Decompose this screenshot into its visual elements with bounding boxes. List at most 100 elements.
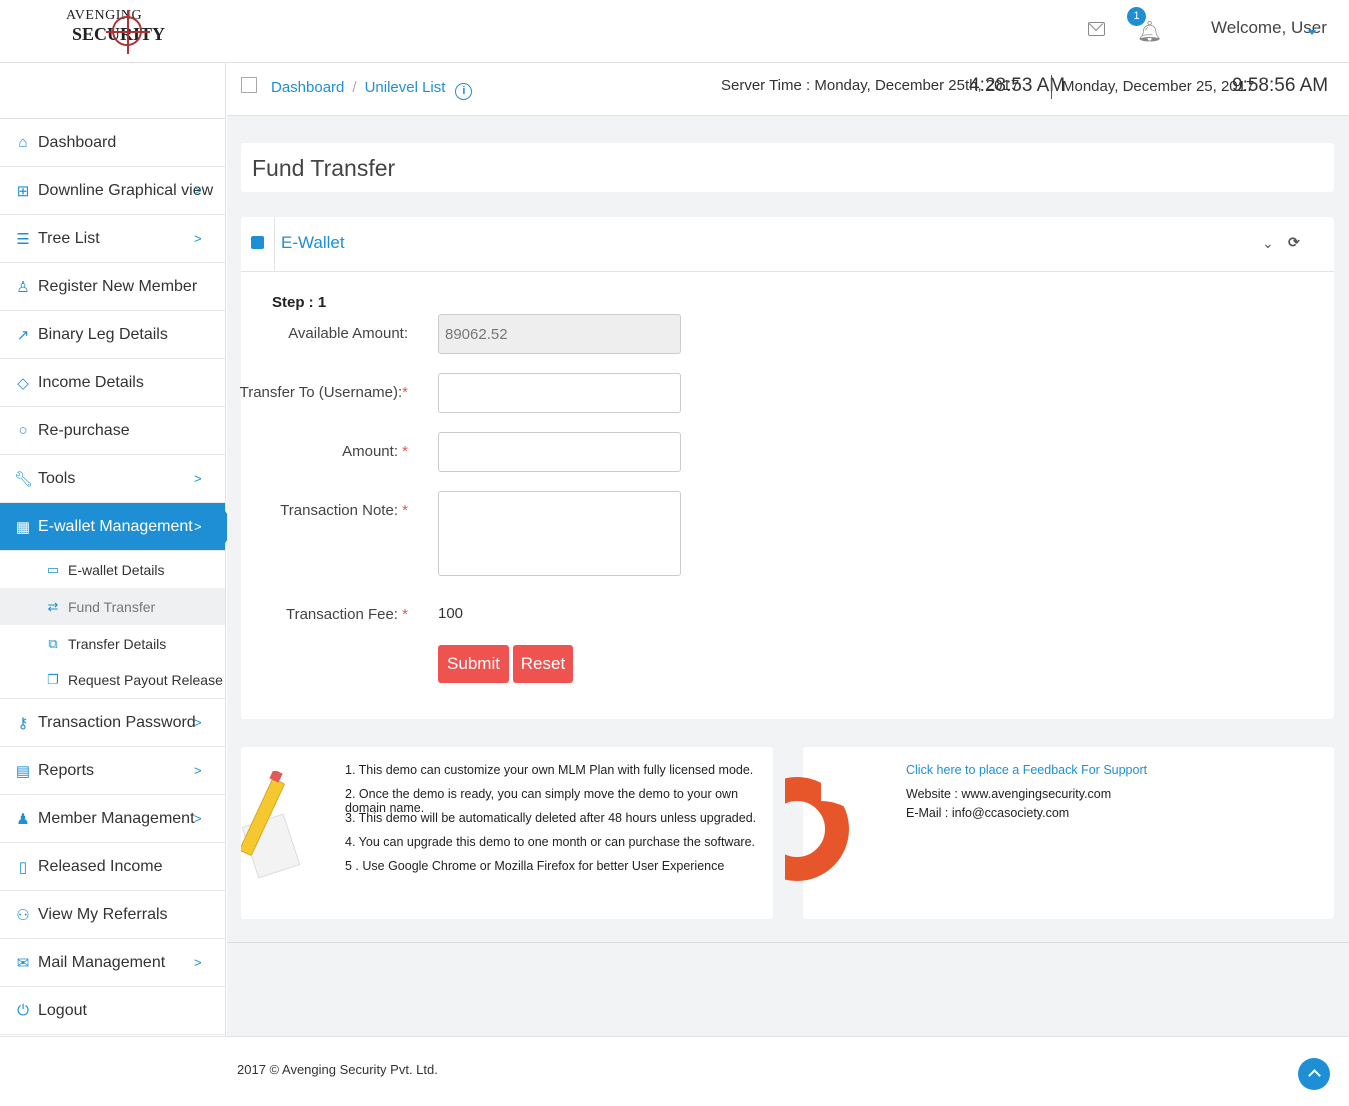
sidebar-subitem-e-wallet-details[interactable]: ▭ E-wallet Details <box>0 551 225 588</box>
sidebar-item-label: Logout <box>38 1001 87 1019</box>
user-add-icon: ♙ <box>16 278 30 296</box>
sidebar-item-binary-leg-details[interactable]: ↗ Binary Leg Details <box>0 311 225 359</box>
sidebar-subitem-label: Transfer Details <box>68 635 167 652</box>
sidebar-subitem-label: E-wallet Details <box>68 561 165 578</box>
transfer-icon: ⇄ <box>47 598 59 614</box>
chevron-right-icon: > <box>194 519 202 534</box>
list-item: 5 . Use Google Chrome or Mozilla Firefox… <box>345 859 725 873</box>
sidebar-item-dashboard[interactable]: ⌂ Dashboard <box>0 119 225 167</box>
sidebar-subitem-transfer-details[interactable]: ⧉ Transfer Details <box>0 625 225 662</box>
sidebar-item-label: Register New Member <box>38 277 198 295</box>
required-mark: * <box>402 443 408 460</box>
sidebar-item-view-my-referrals[interactable]: ⚇ View My Referrals <box>0 891 225 939</box>
transfer-to-username-input[interactable] <box>438 373 681 413</box>
chevron-right-icon: > <box>194 715 202 730</box>
transfer-to-label: Transfer To (Username):* <box>240 384 408 401</box>
sidebar-item-label: Member Management <box>38 809 195 827</box>
divider <box>227 942 1349 943</box>
transaction-fee-value: 100 <box>438 605 464 622</box>
home-icon: ⌂ <box>18 134 28 151</box>
caret-down-icon[interactable] <box>1308 30 1316 35</box>
sidebar-item-released-income[interactable]: ▯ Released Income <box>0 843 225 891</box>
panel-header: E-Wallet ⌄ ⟳ <box>241 217 1334 272</box>
sidebar-subitem-fund-transfer[interactable]: ⇄ Fund Transfer <box>0 588 225 625</box>
feedback-support-link[interactable]: Click here to place a Feedback For Suppo… <box>906 763 1147 777</box>
chevron-right-icon: > <box>194 811 202 826</box>
sidebar-item-label: Re-purchase <box>38 421 130 439</box>
info-icon[interactable]: i <box>455 83 473 100</box>
page-title-panel: Fund Transfer <box>241 143 1334 192</box>
files-icon: ❐ <box>47 672 59 687</box>
local-time: 9:58:56 AM <box>1232 75 1329 96</box>
sidebar-item-label: View My Referrals <box>38 905 168 923</box>
sidebar-item-label: Downline Graphical view <box>38 181 214 199</box>
circle-icon: ○ <box>18 422 28 439</box>
page-title: Fund Transfer <box>252 155 396 181</box>
list-item: 1. This demo can customize your own MLM … <box>345 763 754 777</box>
calendar-icon: ▦ <box>15 518 31 536</box>
scroll-to-top-button[interactable] <box>1298 1058 1330 1090</box>
transaction-note-textarea[interactable] <box>438 491 681 576</box>
sidebar-item-transaction-password[interactable]: ⚷ Transaction Password > <box>0 699 225 747</box>
chevron-right-icon: > <box>194 471 202 486</box>
mail-icon[interactable] <box>1088 22 1105 36</box>
edit-icon <box>241 77 257 93</box>
sidebar-item-logout[interactable]: ⏻ Logout <box>0 987 225 1035</box>
time-divider <box>1051 75 1052 99</box>
logo[interactable]: AVENGING SECURITY <box>62 2 165 60</box>
sitemap-icon: ⊞ <box>16 182 30 200</box>
wallet-icon <box>251 236 264 249</box>
pencil-paper-icon <box>241 771 301 889</box>
support-email: E-Mail : info@ccasociety.com <box>906 806 1070 820</box>
reset-button[interactable]: Reset <box>513 645 573 683</box>
sidebar: ⌂ Dashboard ⊞ Downline Graphical view > … <box>0 63 237 1036</box>
chat-icon: ✉ <box>16 954 30 972</box>
list-item: 4. You can upgrade this demo to one mont… <box>345 835 755 849</box>
breadcrumb-dashboard[interactable]: Dashboard <box>271 79 344 96</box>
panel-header-divider <box>274 217 275 272</box>
sidebar-item-label: Mail Management <box>38 953 166 971</box>
sidebar-item-e-wallet-management[interactable]: ▦ E-wallet Management > <box>0 503 237 551</box>
sidebar-item-label: Released Income <box>38 857 163 875</box>
sidebar-item-reports[interactable]: ▤ Reports > <box>0 747 225 795</box>
step-label: Step : 1 <box>272 294 327 311</box>
sidebar-item-income-details[interactable]: ◇ Income Details <box>0 359 225 407</box>
chevron-right-icon: > <box>194 955 202 970</box>
sidebar-item-downline-graphical-view[interactable]: ⊞ Downline Graphical view > <box>0 167 225 215</box>
transaction-note-label-text: Transaction Note: <box>280 502 403 519</box>
transfer-to-label-text: Transfer To (Username): <box>239 384 403 401</box>
chevron-down-icon[interactable]: ⌄ <box>1262 235 1274 252</box>
refresh-icon[interactable]: ⟳ <box>1288 234 1300 251</box>
sidebar-item-tools[interactable]: 🔧︎ Tools > <box>0 455 225 503</box>
sidebar-subitem-request-payout-release[interactable]: ❐ Request Payout Release <box>0 662 225 699</box>
required-mark: * <box>402 384 408 401</box>
transaction-fee-label: Transaction Fee: * <box>286 606 408 623</box>
wrench-icon: 🔧︎ <box>14 470 34 488</box>
breadcrumb: Dashboard / Unilevel List i <box>271 79 473 100</box>
footer: 2017 © Avenging Security Pvt. Ltd. <box>0 1036 1349 1106</box>
list-item: 3. This demo will be automatically delet… <box>345 811 757 825</box>
submit-button[interactable]: Submit <box>438 645 509 683</box>
sidebar-item-member-management[interactable]: ♟ Member Management > <box>0 795 225 843</box>
sidebar-item-tree-list[interactable]: ☰ Tree List > <box>0 215 225 263</box>
amount-input[interactable] <box>438 432 681 472</box>
breadcrumb-bar: Dashboard / Unilevel List i Server Time : M… <box>227 63 1349 116</box>
sidebar-item-label: Tree List <box>38 229 100 247</box>
sidebar-item-register-new-member[interactable]: ♙ Register New Member <box>0 263 225 311</box>
welcome-user-menu[interactable]: Welcome, User <box>1211 18 1327 38</box>
demo-info-panel: 1. This demo can customize your own MLM … <box>241 747 773 919</box>
support-panel: Click here to place a Feedback For Suppo… <box>785 747 1334 919</box>
tag-icon: ◇ <box>17 374 29 392</box>
copy-icon: ⧉ <box>48 635 58 651</box>
sidebar-header <box>0 63 225 119</box>
line-chart-icon: ↗ <box>16 326 30 344</box>
amount-label: Amount: * <box>342 443 408 460</box>
chevron-right-icon: > <box>194 183 202 198</box>
breadcrumb-unilevel-list[interactable]: Unilevel List <box>365 79 446 96</box>
sidebar-item-re-purchase[interactable]: ○ Re-purchase <box>0 407 225 455</box>
sidebar-item-mail-management[interactable]: ✉ Mail Management > <box>0 939 225 987</box>
sidebar-item-label: Reports <box>38 761 95 779</box>
sidebar-item-label: Tools <box>38 469 76 487</box>
report-icon: ▤ <box>15 762 31 780</box>
sidebar-item-label: Dashboard <box>38 133 117 151</box>
